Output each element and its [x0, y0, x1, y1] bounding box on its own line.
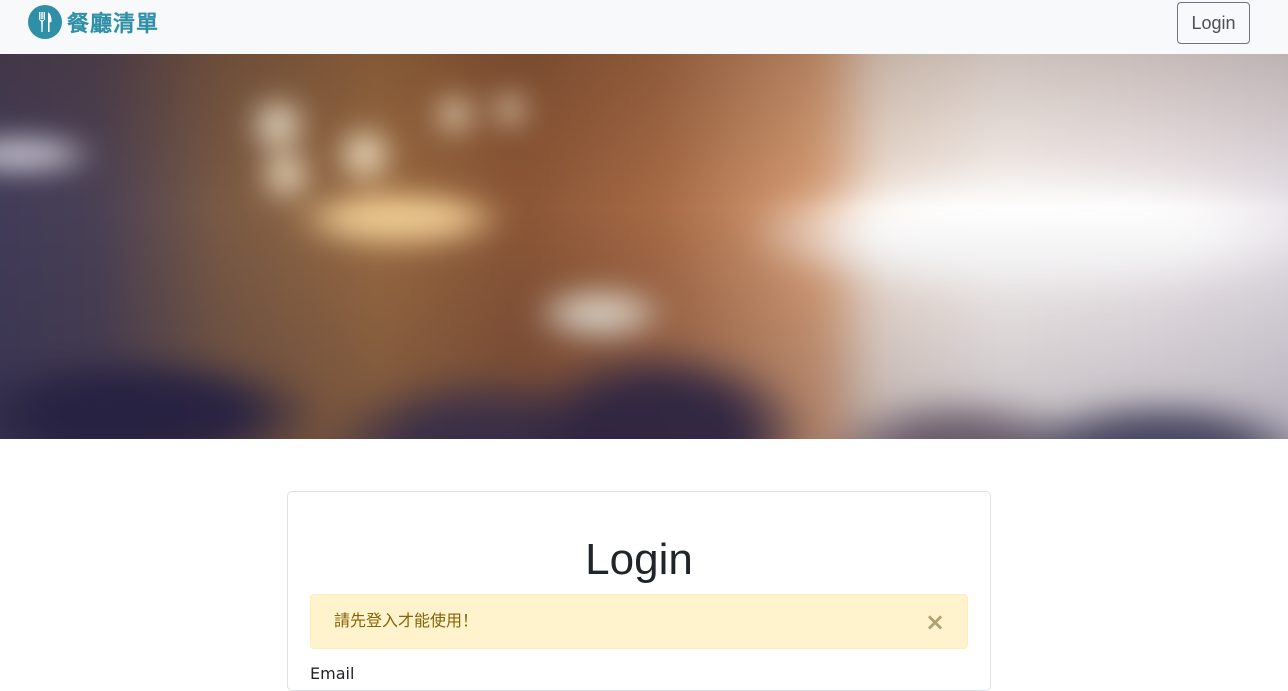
- login-title: Login: [585, 535, 693, 584]
- close-icon[interactable]: ×: [925, 609, 945, 635]
- login-button[interactable]: Login: [1177, 2, 1250, 44]
- warning-alert: 請先登入才能使用！ ×: [310, 594, 968, 649]
- brand-link[interactable]: 餐廳清單: [28, 5, 159, 39]
- login-card: Login 請先登入才能使用！ × Email: [287, 491, 991, 691]
- hero-banner-image: [0, 54, 1288, 439]
- alert-message: 請先登入才能使用！: [334, 611, 479, 630]
- brand-name: 餐廳清單: [67, 12, 160, 37]
- email-label: Email: [310, 664, 355, 683]
- top-navbar: 餐廳清單 Login: [0, 0, 1288, 54]
- fork-knife-icon: [28, 5, 62, 39]
- hero-overlay: [0, 54, 1288, 439]
